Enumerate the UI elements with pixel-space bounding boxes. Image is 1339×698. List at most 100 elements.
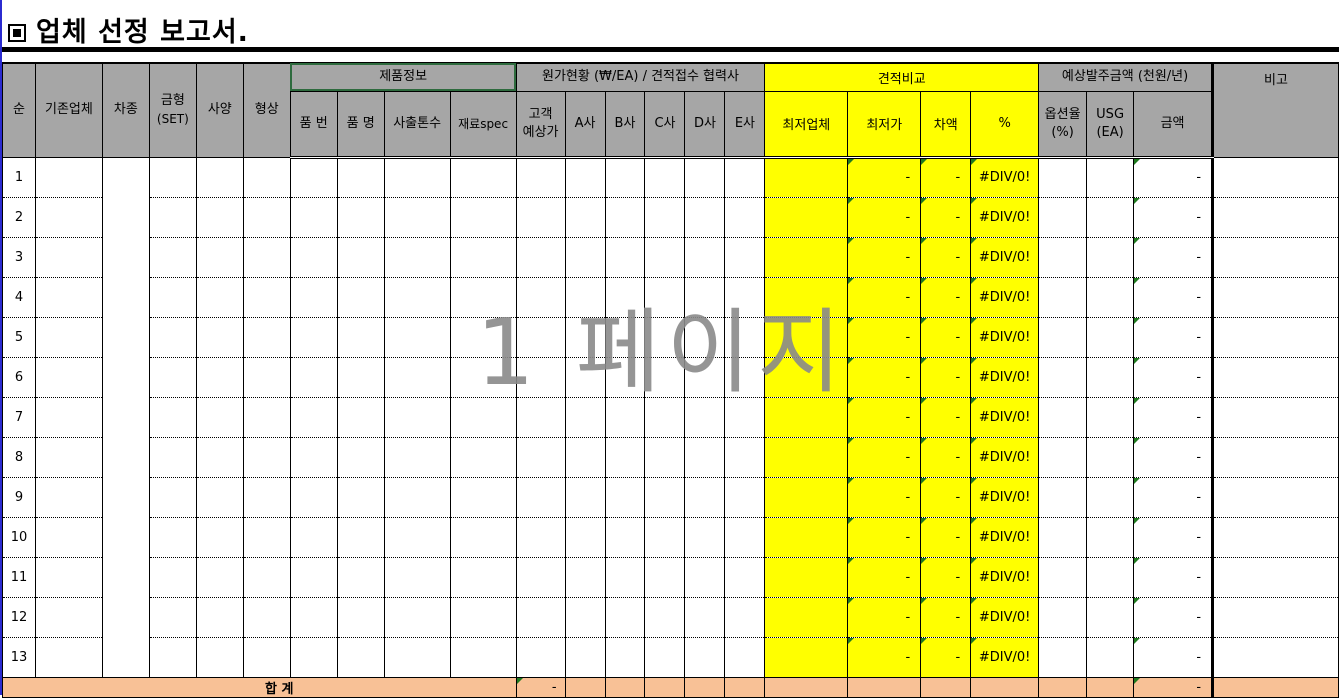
vendor-a-cell[interactable] (564, 276, 606, 318)
customer-price-cell[interactable] (515, 276, 566, 318)
usg-cell[interactable] (1086, 596, 1135, 638)
usg-cell[interactable] (1086, 636, 1135, 678)
header-quote-compare[interactable]: 견적비교 (764, 62, 1040, 92)
header-existing-vendor[interactable]: 기존업체 (34, 62, 103, 158)
difference-cell[interactable]: - (920, 156, 972, 198)
total-cell[interactable] (724, 676, 766, 698)
mold-cell[interactable] (148, 476, 197, 518)
total-cell[interactable] (644, 676, 686, 698)
header-injection-tons[interactable]: 사출톤수 (383, 90, 451, 159)
spec-cell[interactable] (195, 636, 244, 678)
difference-cell[interactable]: - (920, 436, 972, 478)
material-spec-cell[interactable] (449, 436, 517, 478)
part-no-cell[interactable] (289, 476, 338, 518)
customer-price-cell[interactable] (515, 396, 566, 438)
usg-cell[interactable] (1086, 236, 1135, 278)
total-cell[interactable] (920, 676, 972, 698)
header-vendor-a[interactable]: A사 (564, 90, 606, 159)
vendor-c-cell[interactable] (644, 156, 686, 198)
remarks-cell[interactable] (1211, 636, 1339, 678)
header-customer-price[interactable]: 고객 예상가 (515, 90, 566, 159)
header-percent[interactable]: % (970, 90, 1040, 159)
percent-cell[interactable]: #DIV/0! (970, 516, 1040, 558)
lowest-price-cell[interactable]: - (847, 236, 922, 278)
existing-vendor-cell[interactable] (34, 316, 103, 358)
usg-cell[interactable] (1086, 476, 1135, 518)
shape-cell[interactable] (242, 436, 291, 478)
amount-cell[interactable]: - (1133, 516, 1214, 558)
usg-cell[interactable] (1086, 316, 1135, 358)
header-mold[interactable]: 금형 (SET) (148, 62, 197, 158)
row-number-cell[interactable]: 6 (2, 356, 36, 398)
header-lowest-vendor[interactable]: 최저업체 (764, 90, 849, 159)
lowest-vendor-cell[interactable] (764, 476, 849, 518)
part-no-cell[interactable] (289, 516, 338, 558)
shape-cell[interactable] (242, 516, 291, 558)
vendor-b-cell[interactable] (604, 236, 646, 278)
vendor-e-cell[interactable] (724, 156, 766, 198)
part-name-cell[interactable] (336, 156, 385, 198)
vendor-d-cell[interactable] (684, 356, 726, 398)
vendor-e-cell[interactable] (724, 516, 766, 558)
vendor-e-cell[interactable] (724, 436, 766, 478)
vendor-a-cell[interactable] (564, 516, 606, 558)
vendor-b-cell[interactable] (604, 476, 646, 518)
header-order-amount[interactable]: 예상발주금액 (천원/년) (1038, 62, 1214, 92)
option-rate-cell[interactable] (1038, 236, 1088, 278)
spec-cell[interactable] (195, 276, 244, 318)
existing-vendor-cell[interactable] (34, 236, 103, 278)
difference-cell[interactable]: - (920, 276, 972, 318)
total-cell[interactable] (1038, 676, 1088, 698)
remarks-cell[interactable] (1211, 356, 1339, 398)
vendor-e-cell[interactable] (724, 396, 766, 438)
injection-tons-cell[interactable] (383, 356, 451, 398)
vendor-c-cell[interactable] (644, 556, 686, 598)
row-number-cell[interactable]: 12 (2, 596, 36, 638)
part-no-cell[interactable] (289, 636, 338, 678)
material-spec-cell[interactable] (449, 356, 517, 398)
spec-cell[interactable] (195, 156, 244, 198)
lowest-price-cell[interactable]: - (847, 596, 922, 638)
percent-cell[interactable]: #DIV/0! (970, 396, 1040, 438)
difference-cell[interactable]: - (920, 236, 972, 278)
part-no-cell[interactable] (289, 556, 338, 598)
remarks-cell[interactable] (1211, 436, 1339, 478)
shape-cell[interactable] (242, 196, 291, 238)
injection-tons-cell[interactable] (383, 596, 451, 638)
option-rate-cell[interactable] (1038, 156, 1088, 198)
difference-cell[interactable]: - (920, 596, 972, 638)
percent-cell[interactable]: #DIV/0! (970, 556, 1040, 598)
percent-cell[interactable]: #DIV/0! (970, 356, 1040, 398)
header-shape[interactable]: 형상 (242, 62, 291, 158)
lowest-price-cell[interactable]: - (847, 276, 922, 318)
row-number-cell[interactable]: 5 (2, 316, 36, 358)
lowest-vendor-cell[interactable] (764, 356, 849, 398)
lowest-price-cell[interactable]: - (847, 436, 922, 478)
lowest-vendor-cell[interactable] (764, 276, 849, 318)
row-number-cell[interactable]: 13 (2, 636, 36, 678)
total-cell[interactable] (604, 676, 646, 698)
mold-cell[interactable] (148, 316, 197, 358)
vendor-c-cell[interactable] (644, 476, 686, 518)
difference-cell[interactable]: - (920, 316, 972, 358)
usg-cell[interactable] (1086, 436, 1135, 478)
total-cell[interactable] (970, 676, 1040, 698)
customer-price-cell[interactable] (515, 516, 566, 558)
option-rate-cell[interactable] (1038, 476, 1088, 518)
amount-cell[interactable]: - (1133, 476, 1214, 518)
remarks-cell[interactable] (1211, 516, 1339, 558)
vendor-c-cell[interactable] (644, 316, 686, 358)
part-no-cell[interactable] (289, 196, 338, 238)
vendor-a-cell[interactable] (564, 196, 606, 238)
car-type-cell[interactable] (101, 156, 150, 678)
lowest-price-cell[interactable]: - (847, 476, 922, 518)
vendor-e-cell[interactable] (724, 276, 766, 318)
vendor-b-cell[interactable] (604, 316, 646, 358)
vendor-c-cell[interactable] (644, 436, 686, 478)
part-name-cell[interactable] (336, 356, 385, 398)
vendor-a-cell[interactable] (564, 356, 606, 398)
vendor-b-cell[interactable] (604, 556, 646, 598)
vendor-d-cell[interactable] (684, 516, 726, 558)
vendor-a-cell[interactable] (564, 596, 606, 638)
row-number-cell[interactable]: 10 (2, 516, 36, 558)
